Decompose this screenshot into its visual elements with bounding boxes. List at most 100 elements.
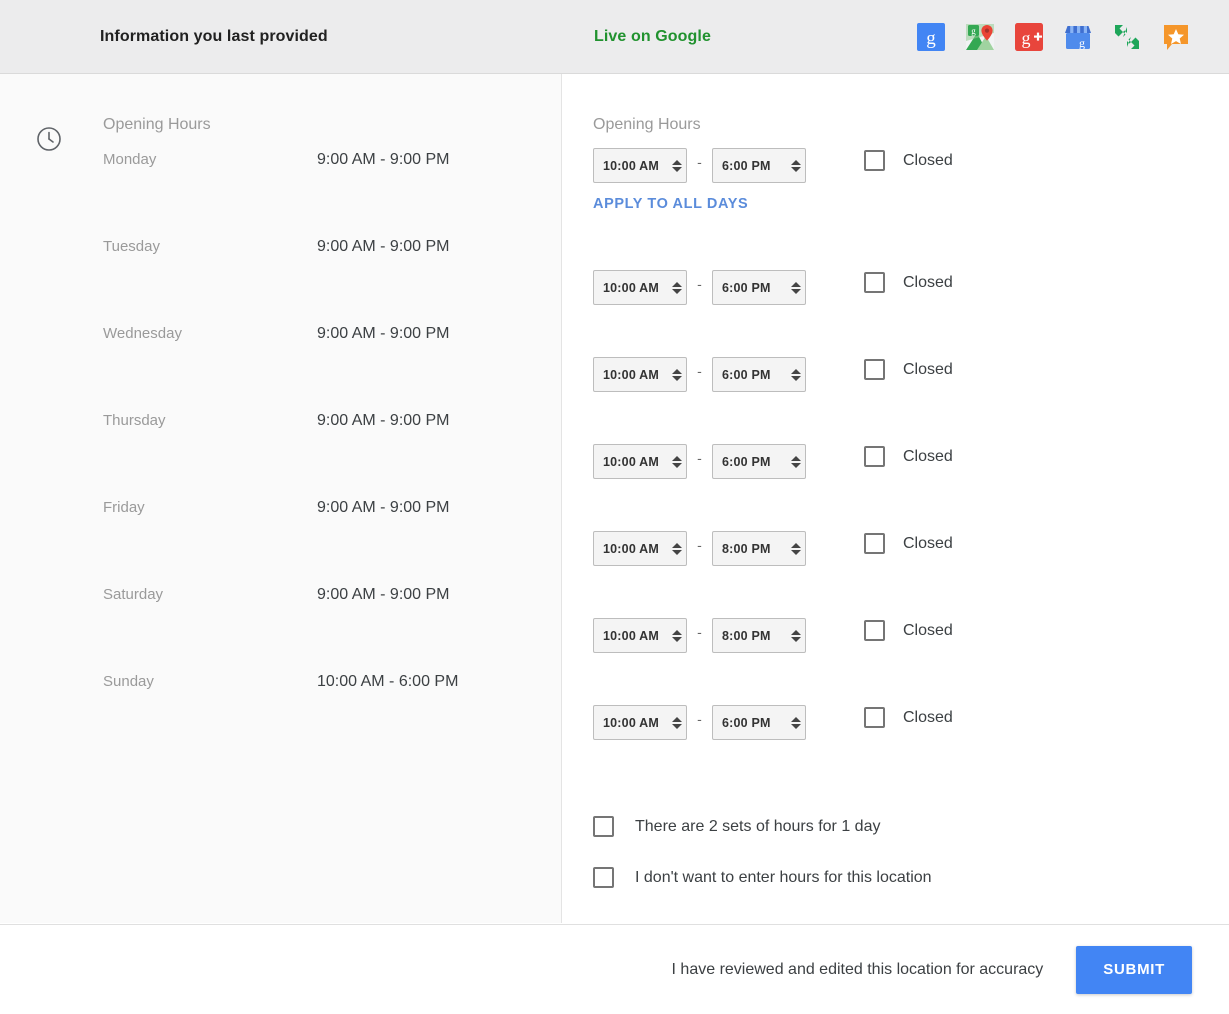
two-sets-of-hours-checkbox[interactable]	[593, 816, 614, 837]
live-on-google-title: Live on Google	[594, 27, 711, 45]
closed-checkbox-group: Closed	[864, 359, 953, 380]
close-time-select[interactable]: 6:00 PM	[712, 444, 806, 479]
open-time-value: 10:00 AM	[603, 454, 660, 469]
hours-editor-row: 10:00 AM - 6:00 PM	[593, 705, 1213, 792]
close-time-value: 6:00 PM	[722, 367, 771, 382]
no-hours-checkbox[interactable]	[593, 867, 614, 888]
review-star-icon[interactable]	[1161, 22, 1191, 52]
submit-button[interactable]: SUBMIT	[1076, 945, 1192, 994]
google-maps-icon[interactable]: g	[965, 22, 995, 52]
open-time-value: 10:00 AM	[603, 367, 660, 382]
open-time-select[interactable]: 10:00 AM	[593, 270, 687, 305]
day-label: Thursday	[103, 412, 166, 429]
close-time-select[interactable]: 6:00 PM	[712, 148, 806, 183]
svg-text:g: g	[1079, 36, 1085, 50]
clock-icon	[36, 126, 62, 152]
hours-editor-list: 10:00 AM - 6:00 PM Closed APPLY TO ALL D…	[593, 148, 1213, 792]
stepper-arrows-icon[interactable]	[671, 280, 682, 296]
no-hours-option[interactable]: I don't want to enter hours for this loc…	[593, 852, 1153, 903]
stepper-arrows-icon[interactable]	[671, 541, 682, 557]
open-time-select[interactable]: 10:00 AM	[593, 357, 687, 392]
stepper-arrows-icon[interactable]	[671, 715, 682, 731]
day-hours-value: 9:00 AM - 9:00 PM	[317, 325, 450, 342]
table-row: Wednesday 9:00 AM - 9:00 PM	[103, 324, 523, 411]
closed-checkbox[interactable]	[864, 359, 885, 380]
time-range-separator: -	[697, 275, 702, 292]
google-plus-icon[interactable]: g	[1014, 22, 1044, 52]
hours-editor-row: 10:00 AM - 8:00 PM Closed	[593, 531, 1213, 618]
opening-hours-editor: Information you last provided Live on Go…	[0, 0, 1229, 1014]
sync-arrows-icon[interactable]	[1112, 22, 1142, 52]
stepper-arrows-icon[interactable]	[790, 715, 801, 731]
day-hours-value: 9:00 AM - 9:00 PM	[317, 238, 450, 255]
closed-checkbox[interactable]	[864, 620, 885, 641]
close-time-select[interactable]: 6:00 PM	[712, 270, 806, 305]
open-time-select[interactable]: 10:00 AM	[593, 531, 687, 566]
day-hours-value: 10:00 AM - 6:00 PM	[317, 673, 459, 690]
stepper-arrows-icon[interactable]	[671, 367, 682, 383]
open-time-select[interactable]: 10:00 AM	[593, 444, 687, 479]
closed-label: Closed	[903, 360, 953, 378]
closed-label: Closed	[903, 708, 953, 726]
closed-checkbox[interactable]	[864, 707, 885, 728]
day-label: Tuesday	[103, 238, 160, 255]
close-time-select[interactable]: 6:00 PM	[712, 357, 806, 392]
close-time-select[interactable]: 6:00 PM	[712, 705, 806, 740]
closed-checkbox[interactable]	[864, 446, 885, 467]
day-label: Saturday	[103, 586, 164, 603]
review-confirmation-text: I have reviewed and edited this location…	[671, 960, 1044, 978]
stepper-arrows-icon[interactable]	[790, 158, 801, 174]
close-time-value: 8:00 PM	[722, 541, 771, 556]
closed-checkbox-group: Closed	[864, 707, 953, 728]
two-sets-of-hours-option[interactable]: There are 2 sets of hours for 1 day	[593, 801, 1153, 852]
stepper-arrows-icon[interactable]	[790, 541, 801, 557]
open-time-value: 10:00 AM	[603, 280, 660, 295]
time-range-separator: -	[697, 362, 702, 379]
stepper-arrows-icon[interactable]	[671, 454, 682, 470]
stepper-arrows-icon[interactable]	[671, 158, 682, 174]
stepper-arrows-icon[interactable]	[790, 454, 801, 470]
open-time-select[interactable]: 10:00 AM	[593, 618, 687, 653]
close-time-value: 6:00 PM	[722, 280, 771, 295]
stepper-arrows-icon[interactable]	[790, 367, 801, 383]
close-time-value: 6:00 PM	[722, 715, 771, 730]
left-opening-hours-title: Opening Hours	[103, 116, 211, 133]
two-sets-of-hours-label: There are 2 sets of hours for 1 day	[635, 817, 881, 835]
table-row: Thursday 9:00 AM - 9:00 PM	[103, 411, 523, 498]
svg-text:g: g	[1022, 28, 1031, 48]
time-range-separator: -	[697, 710, 702, 727]
day-label: Wednesday	[103, 325, 182, 342]
table-row: Saturday 9:00 AM - 9:00 PM	[103, 585, 523, 672]
hours-editor-row: 10:00 AM - 6:00 PM	[593, 444, 1213, 531]
closed-label: Closed	[903, 273, 953, 291]
time-range-separator: -	[697, 623, 702, 640]
time-range-separator: -	[697, 449, 702, 466]
header-icon-group: g g g g	[916, 22, 1191, 52]
open-time-value: 10:00 AM	[603, 158, 660, 173]
day-label: Friday	[103, 499, 145, 516]
stepper-arrows-icon[interactable]	[790, 628, 801, 644]
stepper-arrows-icon[interactable]	[790, 280, 801, 296]
day-hours-value: 9:00 AM - 9:00 PM	[317, 586, 450, 603]
close-time-select[interactable]: 8:00 PM	[712, 618, 806, 653]
open-time-value: 10:00 AM	[603, 541, 660, 556]
closed-checkbox[interactable]	[864, 272, 885, 293]
day-hours-value: 9:00 AM - 9:00 PM	[317, 412, 450, 429]
apply-to-all-days-link[interactable]: APPLY TO ALL DAYS	[593, 196, 748, 212]
open-time-select[interactable]: 10:00 AM	[593, 148, 687, 183]
open-time-select[interactable]: 10:00 AM	[593, 705, 687, 740]
closed-label: Closed	[903, 447, 953, 465]
live-on-google-panel: Opening Hours 10:00 AM - 6:00 PM Closed …	[562, 74, 1229, 923]
closed-checkbox-group: Closed	[864, 446, 953, 467]
close-time-select[interactable]: 8:00 PM	[712, 531, 806, 566]
no-hours-label: I don't want to enter hours for this loc…	[635, 868, 932, 886]
closed-checkbox[interactable]	[864, 533, 885, 554]
day-hours-value: 9:00 AM - 9:00 PM	[317, 499, 450, 516]
time-range-separator: -	[697, 536, 702, 553]
stepper-arrows-icon[interactable]	[671, 628, 682, 644]
right-opening-hours-title: Opening Hours	[593, 116, 701, 133]
closed-checkbox[interactable]	[864, 150, 885, 171]
google-my-business-icon[interactable]: g	[1063, 22, 1093, 52]
day-hours-value: 9:00 AM - 9:00 PM	[317, 151, 450, 168]
google-search-icon[interactable]: g	[916, 22, 946, 52]
